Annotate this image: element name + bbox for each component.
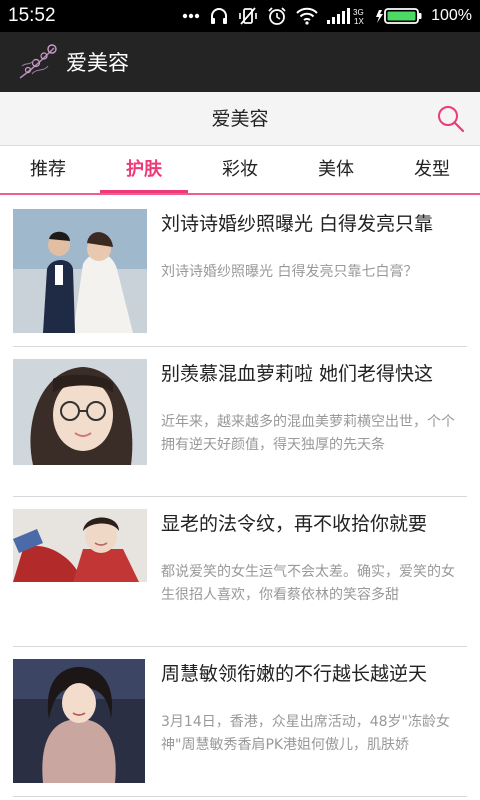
- battery-icon: [376, 8, 422, 24]
- article-feed[interactable]: 刘诗诗婚纱照曝光 白得发亮只靠 刘诗诗婚纱照曝光 白得发亮只靠七白膏？ 别羡慕混…: [0, 197, 480, 800]
- network-type-label: 3G: [353, 8, 364, 17]
- wifi-icon: [296, 7, 318, 25]
- tab-hairstyle[interactable]: 发型: [384, 147, 480, 193]
- vibrate-off-icon: [239, 7, 257, 25]
- article-summary: 都说爱笑的女生运气不会太差。确实，爱笑的女生很招人喜欢，你看蔡依林的笑容多甜: [161, 564, 455, 603]
- article-item[interactable]: 显老的法令纹，再不收拾你就要 都说爱笑的女生运气不会太差。确实，爱笑的女生很招人…: [0, 497, 480, 647]
- battery-percent: 100%: [431, 7, 472, 24]
- tab-makeup[interactable]: 彩妆: [192, 147, 288, 193]
- article-title[interactable]: 别羡慕混血萝莉啦 她们老得快这: [161, 359, 471, 386]
- app-title: 爱美容: [66, 51, 129, 75]
- svg-text:1X: 1X: [354, 17, 364, 26]
- article-thumbnail[interactable]: [13, 509, 147, 582]
- article-summary: 刘诗诗婚纱照曝光 白得发亮只靠七白膏？: [161, 264, 418, 280]
- status-bar: 15:52 3G 1X 100%: [0, 0, 480, 32]
- tab-recommend[interactable]: 推荐: [0, 147, 96, 193]
- status-icons: 3G 1X 100%: [182, 6, 472, 26]
- article-item[interactable]: 周慧敏领衔嫩的不行越长越逆天 3月14日，香港，众星出席活动，48岁"冻龄女神"…: [0, 647, 480, 797]
- article-thumbnail[interactable]: [13, 359, 147, 465]
- article-title[interactable]: 刘诗诗婚纱照曝光 白得发亮只靠: [161, 209, 471, 236]
- category-tabs: 推荐 护肤 彩妆 美体 发型: [0, 147, 480, 195]
- headphones-icon: [211, 8, 228, 24]
- article-title[interactable]: 显老的法令纹，再不收拾你就要: [161, 509, 471, 536]
- alarm-icon: [268, 7, 286, 25]
- header-bar: 爱美容: [0, 92, 480, 146]
- article-item[interactable]: 刘诗诗婚纱照曝光 白得发亮只靠 刘诗诗婚纱照曝光 白得发亮只靠七白膏？: [0, 197, 480, 347]
- tab-skincare[interactable]: 护肤: [96, 147, 192, 193]
- divider: [13, 796, 467, 797]
- article-item[interactable]: 别羡慕混血萝莉啦 她们老得快这 近年来，越来越多的混血美萝莉横空出世，个个拥有逆…: [0, 347, 480, 497]
- signal-3g-icon: 3G1X: [327, 8, 365, 26]
- article-summary: 近年来，越来越多的混血美萝莉横空出世，个个拥有逆天好颜值，得天独厚的先天条: [161, 414, 455, 453]
- app-logo-icon[interactable]: [14, 38, 62, 86]
- article-thumbnail[interactable]: [13, 659, 145, 783]
- status-time: 15:52: [8, 5, 56, 26]
- app-bar: 爱美容: [0, 32, 480, 92]
- page-title: 爱美容: [211, 108, 269, 130]
- article-summary: 3月14日，香港，众星出席活动，48岁"冻龄女神"周慧敏秀香肩PK港姐何傲儿，肌…: [161, 714, 450, 753]
- search-icon[interactable]: [436, 104, 466, 134]
- more-dots-icon: [182, 13, 200, 19]
- article-thumbnail[interactable]: [13, 209, 147, 333]
- article-title[interactable]: 周慧敏领衔嫩的不行越长越逆天: [161, 659, 471, 686]
- tab-body[interactable]: 美体: [288, 147, 384, 193]
